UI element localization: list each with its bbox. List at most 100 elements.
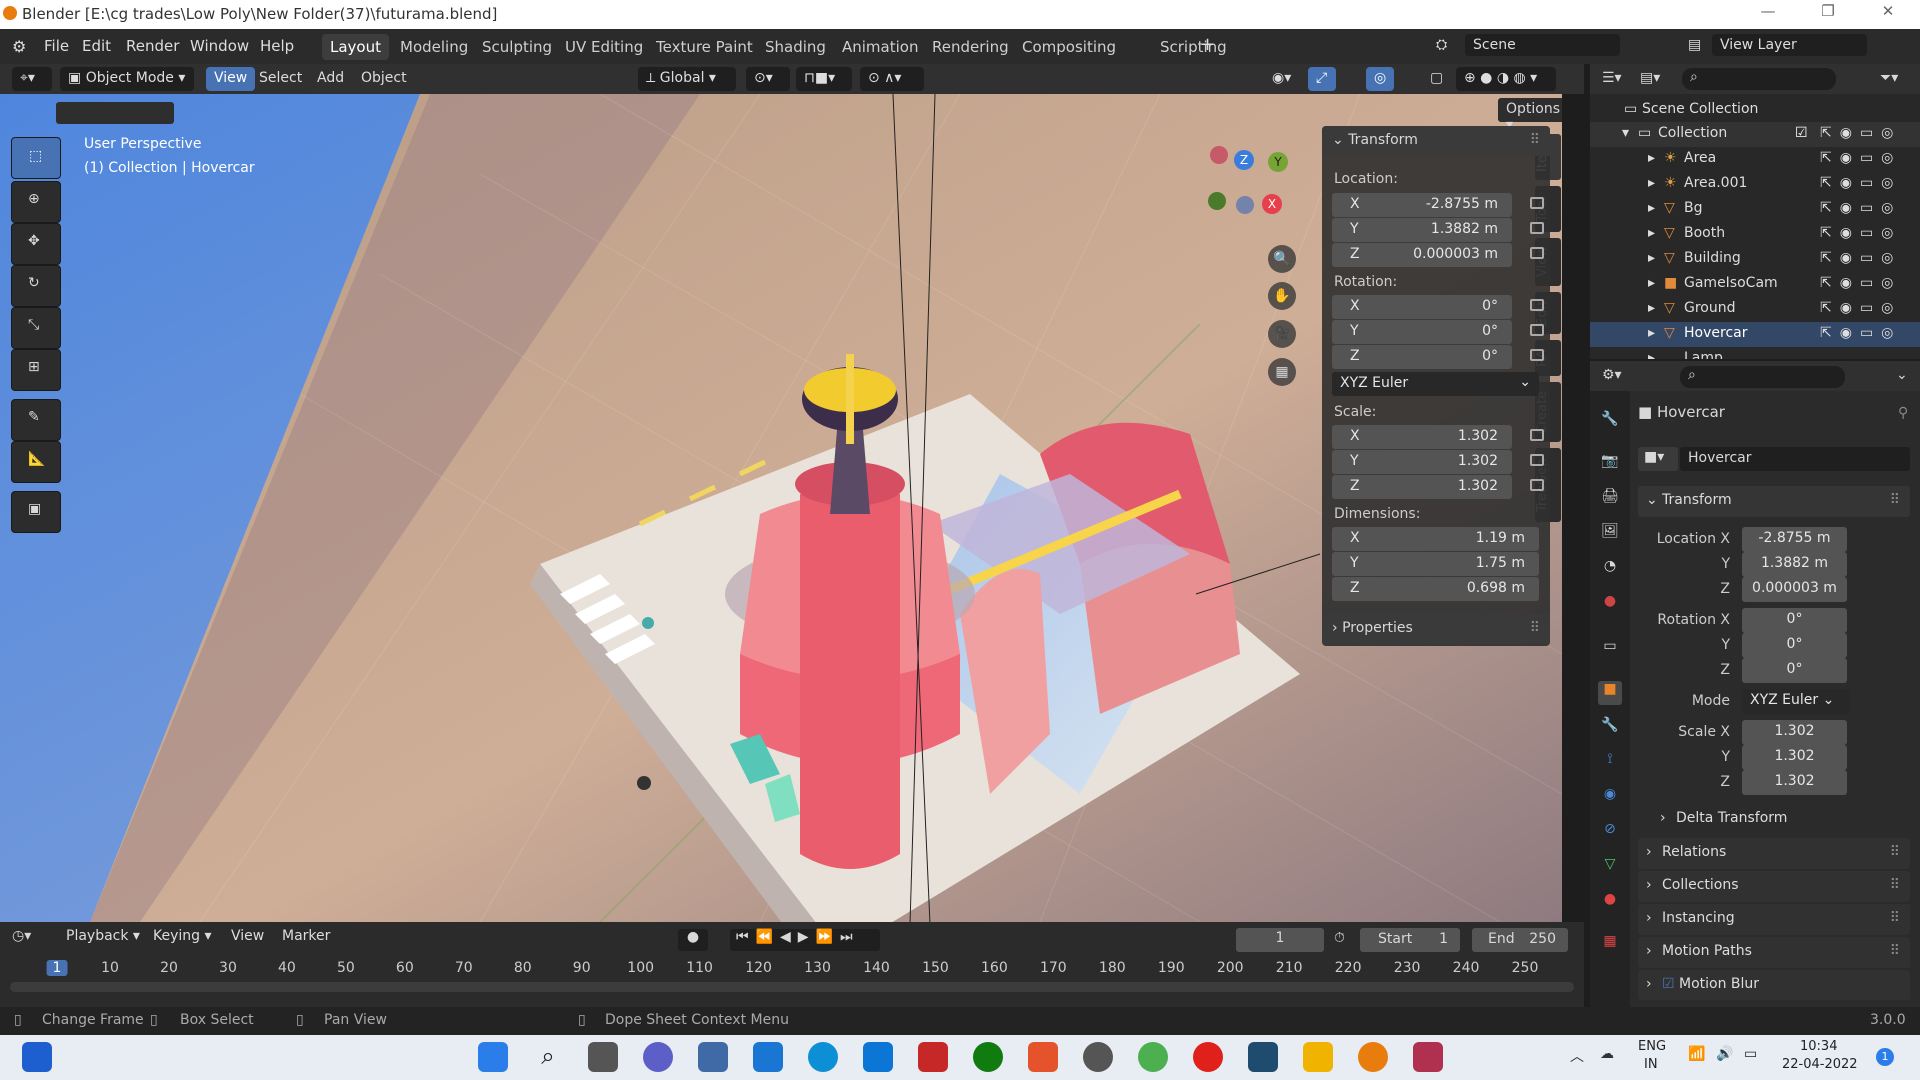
gizmo-x-axis[interactable]: X xyxy=(1262,194,1282,214)
drag-handle-icon[interactable]: ⠿ xyxy=(1890,877,1900,893)
widgets-icon[interactable] xyxy=(22,1042,52,1072)
menu-object[interactable]: Object xyxy=(353,67,415,91)
drag-handle-icon[interactable]: ⠿ xyxy=(1890,844,1900,860)
battery-icon[interactable]: ▭ xyxy=(1744,1046,1757,1062)
motion-blur-section[interactable]: › ☑ Motion Blur xyxy=(1638,970,1910,1000)
tool-transform[interactable]: ⊞ xyxy=(11,349,61,391)
expand-arrow-icon[interactable]: ▸ xyxy=(1648,200,1655,216)
current-frame-marker[interactable]: 1 xyxy=(46,960,68,976)
prop-rotation-z[interactable]: 0° xyxy=(1742,658,1847,683)
menu-help[interactable]: Help xyxy=(260,37,294,55)
restriction-toggles[interactable]: ⇱◉▭◎ xyxy=(1820,225,1901,241)
gizmo-z-axis[interactable]: Z xyxy=(1234,150,1254,170)
drag-handle-icon[interactable]: ⠿ xyxy=(1890,910,1900,926)
lock-icon[interactable] xyxy=(1530,454,1544,466)
opera-icon[interactable] xyxy=(1193,1042,1223,1072)
lock-icon[interactable] xyxy=(1530,349,1544,361)
prop-location-z[interactable]: 0.000003 m xyxy=(1742,577,1847,602)
gizmo-neg-y[interactable] xyxy=(1208,192,1226,210)
properties-editor-icon[interactable]: ⚙▾ xyxy=(1602,367,1622,383)
shading-modes[interactable]: ⊕ ● ◑ ◍ ▾ xyxy=(1456,67,1556,91)
collapse-arrow-icon[interactable]: ▾ xyxy=(1622,125,1629,141)
mail-icon[interactable] xyxy=(753,1042,783,1072)
object-datablock-field[interactable]: Hovercar xyxy=(1680,447,1910,471)
timeline-scrollbar[interactable] xyxy=(10,982,1574,992)
zoom-icon[interactable]: 🔍 xyxy=(1268,245,1296,273)
checkbox-icon[interactable]: ☑ xyxy=(1795,125,1808,141)
menu-edit[interactable]: Edit xyxy=(82,37,111,55)
tab-layout[interactable]: Layout xyxy=(322,34,389,60)
proportional-edit-icon[interactable]: ⊙ ∧▾ xyxy=(860,67,924,91)
outliner-search-input[interactable]: ⌕ xyxy=(1682,68,1836,90)
clock-time[interactable]: 10:34 xyxy=(1800,1039,1837,1054)
data-tab-icon[interactable]: ▽ xyxy=(1598,856,1622,880)
view-layer-field[interactable]: View Layer xyxy=(1712,34,1867,56)
lock-icon[interactable] xyxy=(1530,429,1544,441)
output-tab-icon[interactable]: 🖨 xyxy=(1598,488,1622,512)
file-explorer-icon[interactable] xyxy=(1303,1042,1333,1072)
select-mode-toolbar[interactable] xyxy=(56,102,174,124)
tab-animation[interactable]: Animation xyxy=(834,34,926,60)
chat-icon[interactable] xyxy=(643,1042,673,1072)
menu-render[interactable]: Render xyxy=(126,37,179,55)
prop-location-y[interactable]: 1.3882 m xyxy=(1742,552,1847,577)
chrome-icon[interactable] xyxy=(1138,1042,1168,1072)
tab-texture-paint[interactable]: Texture Paint xyxy=(648,34,761,60)
collection-tab-icon[interactable]: ▭ xyxy=(1598,638,1622,662)
tool-move[interactable]: ✥ xyxy=(11,223,61,265)
snipping-tool-icon[interactable] xyxy=(1413,1042,1443,1072)
prop-rotation-y[interactable]: 0° xyxy=(1742,633,1847,658)
location-z-field[interactable]: Z 0.000003 m xyxy=(1332,243,1544,267)
pan-hand-icon[interactable]: ✋ xyxy=(1268,282,1296,310)
rotation-x-field[interactable]: X 0° xyxy=(1332,295,1544,319)
outliner-item-gameisocam[interactable]: ▸ ■ GameIsoCam ⇱◉▭◎ xyxy=(1590,272,1920,297)
collections-section[interactable]: › Collections ⠿ xyxy=(1638,871,1910,902)
restriction-toggles[interactable]: ⇱◉▭◎ xyxy=(1820,200,1901,216)
tool-rotate[interactable]: ↻ xyxy=(11,265,61,307)
edge-icon[interactable] xyxy=(808,1042,838,1072)
menu-select[interactable]: Select xyxy=(251,67,310,91)
modifier-tab-icon[interactable]: 🔧 xyxy=(1598,717,1622,741)
search-icon[interactable]: ⌕ xyxy=(533,1042,563,1072)
scale-x-field[interactable]: X 1.302 xyxy=(1332,425,1544,449)
frame-ruler[interactable]: 1 10 20 30 40 50 60 70 80 90 100 110 120 130 140 150 160… xyxy=(0,922,1584,1007)
outliner-item-bg[interactable]: ▸ ▽ Bg ⇱◉▭◎ xyxy=(1590,197,1920,222)
outliner-item-area[interactable]: ▸ ☀ Area ⇱◉▭◎ xyxy=(1590,147,1920,172)
material-tab-icon[interactable]: ● xyxy=(1598,891,1622,915)
tool-annotate[interactable]: ✎ xyxy=(11,399,61,441)
tab-modeling[interactable]: Modeling xyxy=(392,34,476,60)
render-tab-icon[interactable]: 📷 xyxy=(1598,453,1622,477)
prop-scale-x[interactable]: 1.302 xyxy=(1742,720,1847,745)
task-view-icon[interactable] xyxy=(588,1042,618,1072)
particles-tab-icon[interactable]: ⟟ xyxy=(1598,751,1622,775)
restriction-toggles[interactable]: ⇱◉▭◎ xyxy=(1820,125,1901,141)
dimensions-y-field[interactable]: Y 1.75 m xyxy=(1332,552,1539,576)
download-icon[interactable] xyxy=(1248,1042,1278,1072)
transform-section[interactable]: ⌄ Transform ⠿ xyxy=(1638,486,1910,517)
tool-scale[interactable]: ⤡ xyxy=(11,307,61,349)
display-mode-icon[interactable]: ▤▾ xyxy=(1640,70,1660,86)
outliner-item-lamp[interactable]: ▸ Lamp xyxy=(1590,347,1920,359)
restriction-toggles[interactable]: ⇱◉▭◎ xyxy=(1820,250,1901,266)
scale-z-field[interactable]: Z 1.302 xyxy=(1332,475,1544,499)
outliner-item-booth[interactable]: ▸ ▽ Booth ⇱◉▭◎ xyxy=(1590,222,1920,247)
outliner-item-ground[interactable]: ▸ ▽ Ground ⇱◉▭◎ xyxy=(1590,297,1920,322)
object-browse-icon[interactable]: ■▾ xyxy=(1638,447,1678,471)
properties-search-input[interactable]: ⌕ xyxy=(1680,366,1845,388)
object-tab-icon[interactable]: ■ xyxy=(1598,681,1622,705)
location-y-field[interactable]: Y 1.3882 m xyxy=(1332,218,1544,242)
restriction-toggles[interactable]: ⇱◉▭◎ xyxy=(1820,150,1901,166)
minimize-button[interactable]: — xyxy=(1745,2,1791,26)
location-x-field[interactable]: X -2.8755 m xyxy=(1332,193,1544,217)
outliner-editor-icon[interactable]: ☰▾ xyxy=(1602,70,1622,86)
gizmo-toggle-icon[interactable]: ⤢ xyxy=(1308,67,1336,91)
constraints-tab-icon[interactable]: ⊘ xyxy=(1598,821,1622,845)
prop-scale-z[interactable]: 1.302 xyxy=(1742,770,1847,795)
drag-handle-icon[interactable]: ⠿ xyxy=(1890,492,1900,508)
lock-icon[interactable] xyxy=(1530,324,1544,336)
dimensions-z-field[interactable]: Z 0.698 m xyxy=(1332,577,1539,601)
chevron-up-icon[interactable]: ︿ xyxy=(1570,1046,1584,1066)
office-icon[interactable] xyxy=(1028,1042,1058,1072)
drag-handle-icon[interactable]: ⠿ xyxy=(1530,132,1540,148)
onedrive-icon[interactable]: ☁ xyxy=(1600,1046,1614,1062)
